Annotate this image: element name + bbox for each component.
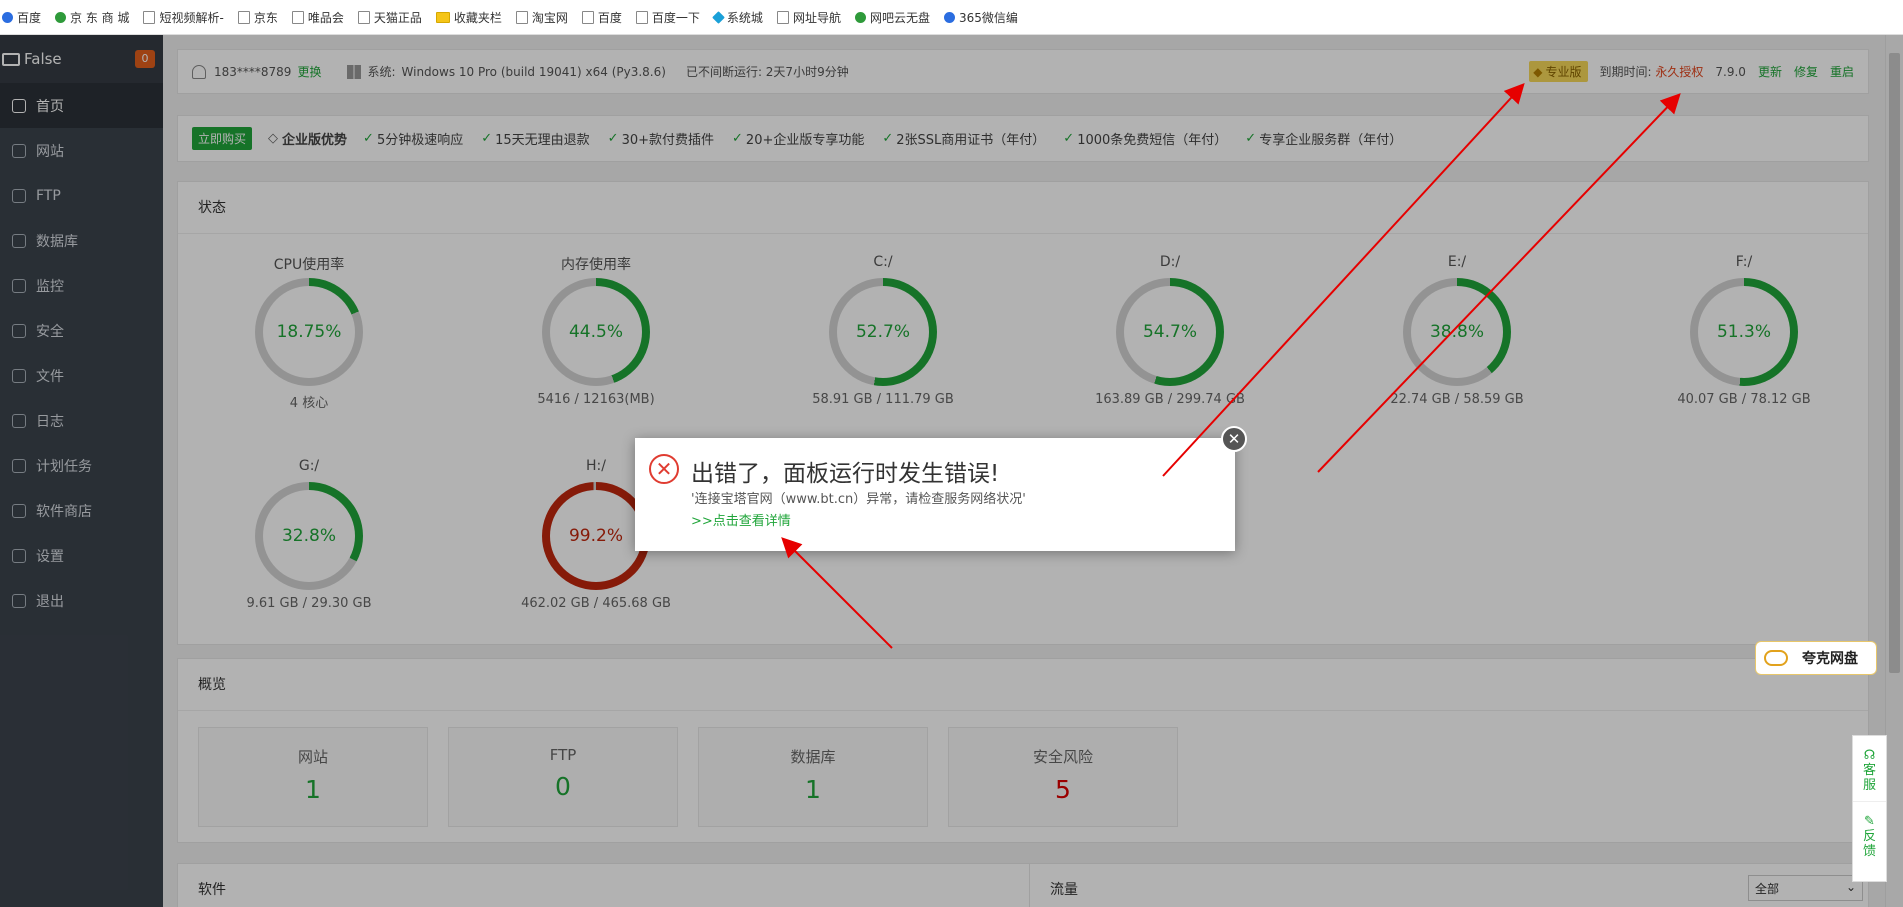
- close-icon[interactable]: ✕: [1221, 426, 1247, 452]
- bookmark-item[interactable]: 淘宝网: [515, 9, 568, 26]
- page-icon: [581, 10, 594, 24]
- bookmark-label: 365微信编: [958, 10, 1018, 25]
- page-icon: [515, 10, 528, 24]
- bookmark-item[interactable]: 京东: [237, 9, 278, 26]
- bookmarks-bar: 百度 京 东 商 城 短视频解析- 京东 唯品会 天猫正品 收藏夹栏 淘宝网 百度 百度一下 系统城…: [0, 0, 1903, 35]
- bookmark-label: 唯品会: [307, 10, 344, 25]
- headset-icon: ☊: [1863, 748, 1876, 763]
- bookmark-item[interactable]: 短视频解析-: [143, 9, 224, 26]
- page-icon: [237, 10, 250, 24]
- bookmark-label: 天猫正品: [373, 10, 422, 25]
- bookmark-label: 淘宝网: [531, 10, 568, 25]
- page-icon: [776, 10, 789, 24]
- feedback-button[interactable]: ✎ 反馈: [1853, 801, 1886, 859]
- bookmark-item[interactable]: 365微信编: [943, 9, 1018, 26]
- jd-icon: [55, 11, 67, 23]
- bookmark-label: 网吧云无盘: [869, 10, 930, 25]
- bookmark-label: 百度: [17, 10, 42, 25]
- view-details-link[interactable]: >>点击查看详情: [691, 510, 791, 529]
- bookmark-label: 收藏夹栏: [453, 10, 502, 25]
- feedback-label: 反馈: [1862, 829, 1876, 859]
- bookmark-label: 网址导航: [792, 10, 841, 25]
- dialog-message: '连接宝塔官网（www.bt.cn）异常，请检查服务网络状况': [691, 492, 1026, 507]
- bookmark-item[interactable]: 百度一下: [635, 9, 700, 26]
- bookmark-label: 京 东 商 城: [70, 10, 130, 25]
- bookmark-item[interactable]: 百度: [581, 9, 622, 26]
- quark-label: 夸克网盘: [1802, 651, 1858, 667]
- edit-icon: ✎: [1864, 814, 1875, 829]
- error-dialog: ✕ ✕ 出错了，面板运行时发生错误! '连接宝塔官网（www.bt.cn）异常，…: [635, 426, 1247, 551]
- bookmark-item[interactable]: 百度: [2, 9, 41, 26]
- dialog-title: 出错了，面板运行时发生错误!: [691, 461, 1000, 487]
- page-icon: [143, 10, 156, 24]
- baidu-icon: [2, 11, 13, 23]
- bookmark-item[interactable]: 系统城: [712, 9, 763, 26]
- page-icon: [635, 10, 648, 24]
- bookmark-label: 京东: [253, 10, 278, 25]
- error-icon: ✕: [649, 454, 679, 484]
- customer-service-button[interactable]: ☊ 客服: [1853, 736, 1886, 793]
- page-icon: [357, 10, 370, 24]
- service-float-panel: ☊ 客服 ✎ 反馈: [1852, 735, 1887, 882]
- bookmark-item[interactable]: 京 东 商 城: [55, 9, 129, 26]
- bookmark-label: 百度: [597, 10, 622, 25]
- quark-drive-widget[interactable]: 夸克网盘: [1755, 641, 1877, 675]
- bookmark-item[interactable]: 唯品会: [291, 9, 344, 26]
- wechat-editor-icon: [943, 11, 955, 23]
- bookmark-item[interactable]: 网吧云无盘: [854, 9, 930, 26]
- wangba-icon: [854, 11, 866, 23]
- xitongcheng-icon: [712, 10, 725, 24]
- bookmark-label: 短视频解析-: [159, 10, 224, 25]
- bookmark-label: 系统城: [726, 10, 763, 25]
- page-icon: [291, 10, 304, 24]
- kefu-label: 客服: [1862, 763, 1876, 793]
- bookmark-item[interactable]: 网址导航: [776, 9, 841, 26]
- bookmark-item[interactable]: 收藏夹栏: [435, 9, 502, 26]
- cloud-icon: [1764, 650, 1788, 666]
- bookmark-item[interactable]: 天猫正品: [357, 9, 422, 26]
- folder-icon: [435, 11, 450, 23]
- bookmark-label: 百度一下: [651, 10, 700, 25]
